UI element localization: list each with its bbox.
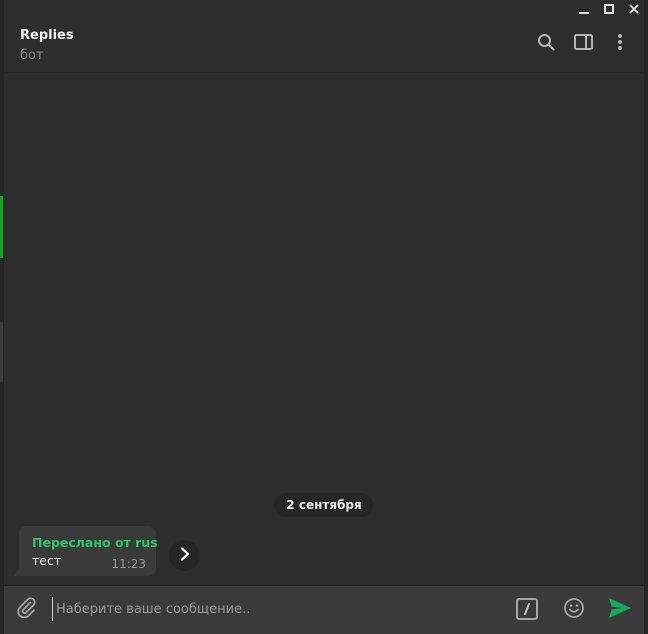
attach-button[interactable] xyxy=(14,597,38,621)
go-to-original-button[interactable] xyxy=(169,540,200,571)
forwarded-from-label[interactable]: Переслано от rus xyxy=(32,535,158,550)
close-icon xyxy=(629,0,639,18)
date-separator: 2 сентября xyxy=(274,493,374,517)
emoji-button[interactable] xyxy=(562,598,586,622)
paperclip-icon xyxy=(15,596,37,622)
bot-commands-button[interactable] xyxy=(516,598,538,620)
search-icon xyxy=(537,33,555,55)
chevron-right-icon xyxy=(179,546,191,565)
message-history[interactable]: 2 сентября Переслано от rus тест 11:23 xyxy=(4,73,644,585)
message-text: тест xyxy=(32,553,62,568)
window-controls xyxy=(578,0,640,16)
header-actions xyxy=(536,34,630,54)
sidebar-toggle-icon xyxy=(573,34,593,54)
chat-window: Replies бот 2 сентября Переслано от rus … xyxy=(0,0,648,634)
send-icon xyxy=(608,597,632,623)
more-menu-button[interactable] xyxy=(610,34,630,54)
message-bubble[interactable]: Переслано от rus тест 11:23 xyxy=(19,526,158,576)
active-chat-marker xyxy=(0,196,3,258)
chat-subtitle: бот xyxy=(20,48,44,63)
right-edge xyxy=(644,0,648,634)
chat-header[interactable]: Replies бот xyxy=(4,16,644,73)
bot-command-icon xyxy=(522,600,532,619)
message-input[interactable] xyxy=(52,597,496,621)
send-button[interactable] xyxy=(608,598,632,622)
message-time: 11:23 xyxy=(111,557,146,571)
minimize-button[interactable] xyxy=(578,2,590,14)
minimize-icon xyxy=(579,0,589,18)
search-button[interactable] xyxy=(536,34,556,54)
close-button[interactable] xyxy=(628,2,640,14)
sidebar-toggle-button[interactable] xyxy=(573,34,593,54)
chat-marker xyxy=(0,322,3,382)
message-composer xyxy=(4,585,644,634)
maximize-icon xyxy=(604,0,614,18)
chat-title: Replies xyxy=(20,28,74,43)
maximize-button[interactable] xyxy=(603,2,615,14)
emoji-icon xyxy=(563,597,585,623)
more-vertical-icon xyxy=(617,33,623,55)
